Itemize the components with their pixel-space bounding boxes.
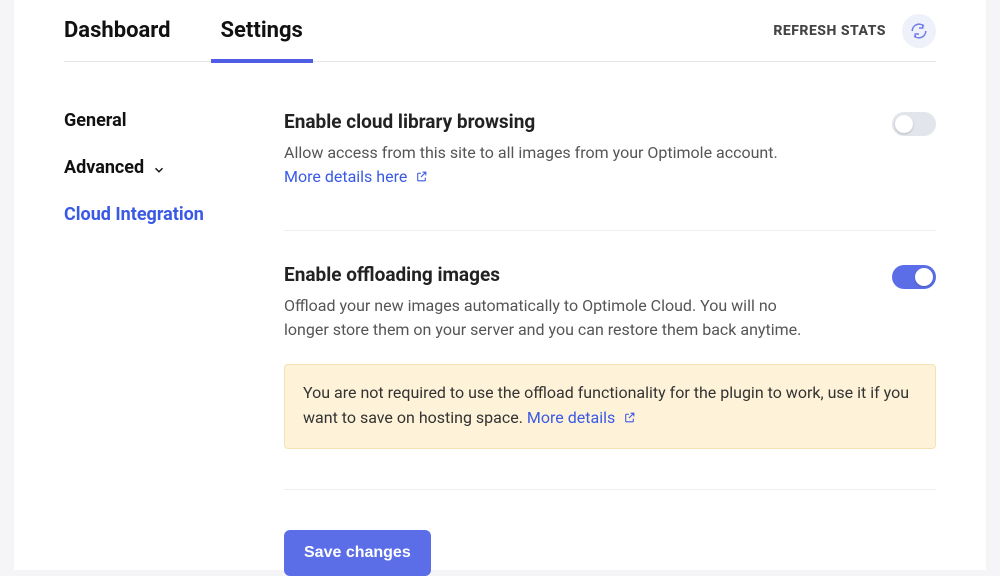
tab-settings[interactable]: Settings (221, 0, 303, 62)
setting-description: Offload your new images automatically to… (284, 294, 824, 342)
sidebar-item-label: Cloud Integration (64, 204, 204, 225)
setting-offloading: Enable offloading images Offload your ne… (284, 231, 936, 490)
topbar: Dashboard Settings REFRESH STATS (64, 0, 936, 62)
setting-title: Enable offloading images (284, 263, 824, 286)
save-button[interactable]: Save changes (284, 530, 431, 576)
offloading-toggle[interactable] (892, 265, 936, 289)
sidebar-item-label: Advanced (64, 157, 144, 178)
actions-row: Save changes (284, 530, 936, 576)
sidebar-item-advanced[interactable]: Advanced (64, 157, 244, 178)
refresh-icon[interactable] (902, 14, 936, 48)
sidebar-item-cloud-integration[interactable]: Cloud Integration (64, 204, 244, 225)
notice-more-details-link[interactable]: More details (527, 408, 636, 427)
more-details-link[interactable]: More details here (284, 167, 428, 186)
setting-cloud-library: Enable cloud library browsing Allow acce… (284, 110, 936, 231)
sidebar-item-general[interactable]: General (64, 110, 244, 131)
external-link-icon (623, 407, 636, 432)
refresh-stats-button[interactable]: REFRESH STATS (773, 23, 886, 39)
external-link-icon (415, 166, 428, 190)
cloud-library-toggle[interactable] (892, 112, 936, 136)
chevron-down-icon (152, 161, 166, 175)
settings-content: Enable cloud library browsing Allow acce… (284, 110, 936, 576)
tabs: Dashboard Settings (64, 0, 303, 62)
setting-description: Allow access from this site to all image… (284, 141, 778, 190)
sidebar-item-label: General (64, 110, 127, 131)
settings-sidebar: General Advanced Cloud Integration (64, 110, 244, 576)
setting-title: Enable cloud library browsing (284, 110, 778, 133)
offload-notice: You are not required to use the offload … (284, 364, 936, 449)
tab-dashboard[interactable]: Dashboard (64, 0, 171, 62)
